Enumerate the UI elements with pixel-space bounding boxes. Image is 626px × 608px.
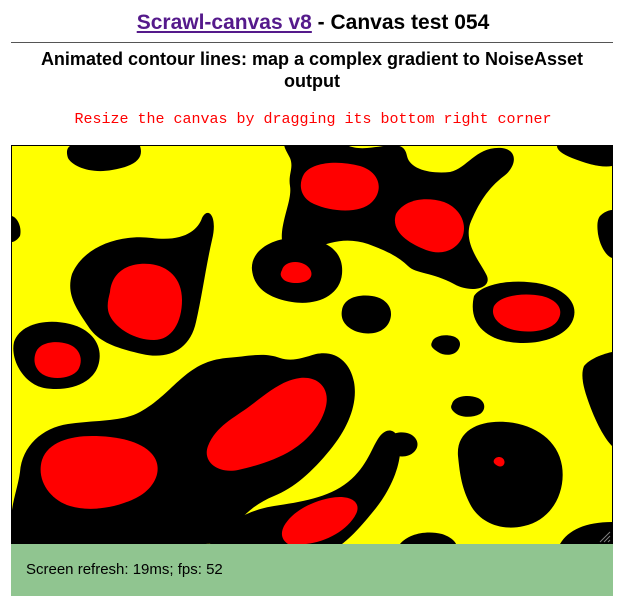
- heading-divider: [11, 42, 613, 43]
- contour-blob-tiny-lower-right: [451, 396, 485, 417]
- contour-core-left-middle: [34, 342, 81, 378]
- refresh-rate-readout: Screen refresh: 19ms; fps: 52: [26, 561, 223, 578]
- page-title: Scrawl-canvas v8 - Canvas test 054: [0, 8, 626, 38]
- resize-instruction: Resize the canvas by dragging its bottom…: [74, 111, 552, 128]
- status-panel: Screen refresh: 19ms; fps: 52: [11, 544, 613, 596]
- noise-contour-canvas[interactable]: [11, 145, 613, 545]
- contour-render: [12, 146, 612, 544]
- page-title-suffix: - Canvas test 054: [311, 11, 490, 34]
- demo-subtitle: Animated contour lines: map a complex gr…: [40, 49, 584, 91]
- scrawl-canvas-home-link[interactable]: Scrawl-canvas v8: [137, 11, 312, 34]
